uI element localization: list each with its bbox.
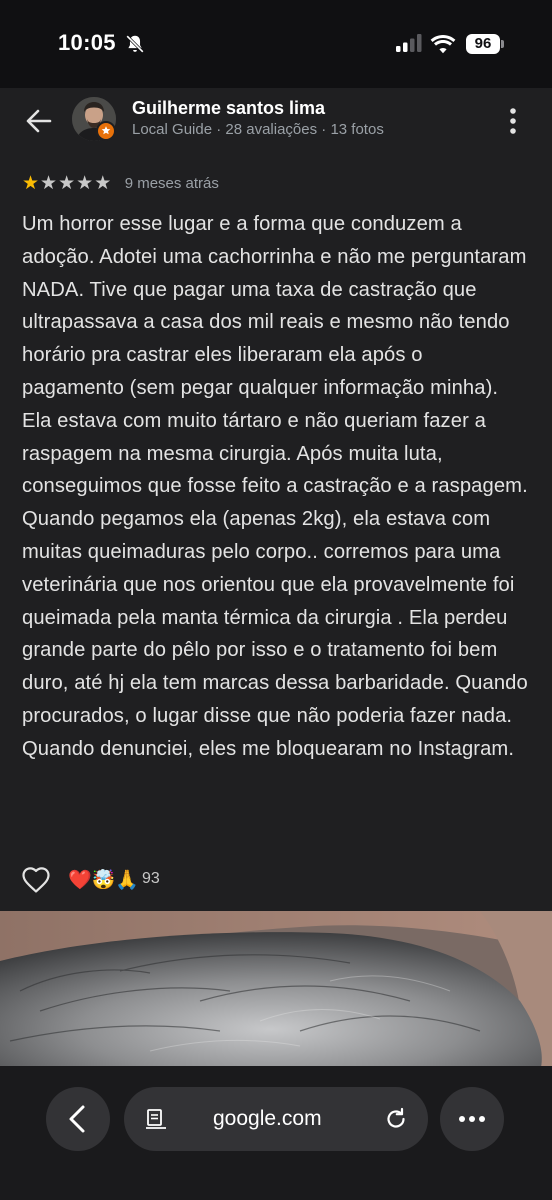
review-photo-image [0, 911, 552, 1071]
wifi-icon [430, 35, 456, 54]
bell-slash-icon [126, 35, 144, 53]
browser-more-button[interactable] [440, 1087, 504, 1151]
reaction-emojis[interactable]: ❤️🤯🙏 [68, 868, 139, 892]
arrow-left-icon[interactable] [20, 103, 60, 139]
url-text[interactable]: google.com [213, 1107, 322, 1131]
more-vertical-icon[interactable] [500, 104, 526, 138]
star-filled-icon: ★ [22, 173, 41, 194]
review-photo[interactable] [0, 911, 552, 1071]
reload-icon[interactable] [383, 1106, 409, 1132]
status-bar: 10:05 96 [0, 0, 552, 88]
star-empty-icon: ★ [58, 173, 77, 194]
battery-icon: 96 [466, 34, 506, 54]
battery-level: 96 [474, 35, 492, 52]
local-guide-badge [96, 121, 116, 141]
star-rating: ★★★★★ [22, 172, 112, 195]
status-time: 10:05 [58, 30, 116, 55]
browser-back-button[interactable] [46, 1087, 110, 1151]
reaction-count: 93 [142, 870, 160, 887]
more-horizontal-icon [459, 1116, 485, 1122]
star-empty-icon: ★ [76, 173, 95, 194]
reviewer-name[interactable]: Guilherme santos lima [132, 98, 325, 119]
address-bar[interactable]: google.com [124, 1087, 428, 1151]
rating-row: ★★★★★ 9 meses atrás [22, 172, 219, 196]
review-time: 9 meses atrás [124, 175, 219, 192]
reviewer-subtitle: Local Guide · 28 avaliações · 13 fotos [132, 121, 384, 138]
star-badge-icon [101, 126, 111, 135]
review-header: Guilherme santos lima Local Guide · 28 a… [0, 88, 552, 158]
star-empty-icon: ★ [94, 173, 113, 194]
reader-mode-icon[interactable] [144, 1107, 168, 1131]
review-text: Um horror esse lugar e a forma que condu… [22, 213, 528, 760]
cellular-signal-icon [396, 34, 422, 52]
heart-outline-icon[interactable] [20, 864, 52, 896]
star-empty-icon: ★ [40, 173, 59, 194]
chevron-left-icon [69, 1105, 85, 1133]
